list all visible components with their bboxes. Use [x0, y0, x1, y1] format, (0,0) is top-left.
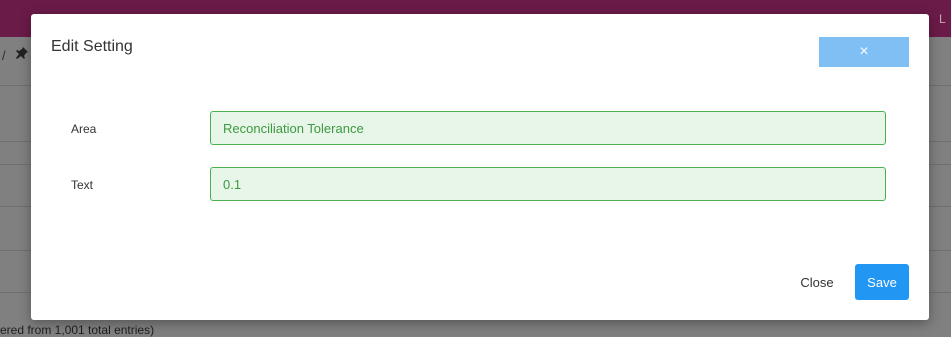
- table-info-text: ered from 1,001 total entries): [0, 323, 155, 337]
- user-menu[interactable]: L: [939, 12, 951, 26]
- text-label: Text: [71, 178, 94, 192]
- save-button[interactable]: Save: [855, 264, 909, 300]
- area-input[interactable]: [210, 111, 886, 145]
- edit-setting-dialog: Edit Setting × Area Text Close Save: [31, 14, 929, 320]
- pin-icon: [16, 47, 28, 62]
- breadcrumb-separator: /: [2, 48, 6, 63]
- text-input[interactable]: [210, 167, 886, 201]
- close-icon: ×: [859, 43, 869, 60]
- dialog-close-x-button[interactable]: ×: [819, 37, 909, 67]
- close-button[interactable]: Close: [787, 264, 847, 300]
- dialog-title: Edit Setting: [51, 38, 133, 55]
- area-label: Area: [71, 122, 97, 136]
